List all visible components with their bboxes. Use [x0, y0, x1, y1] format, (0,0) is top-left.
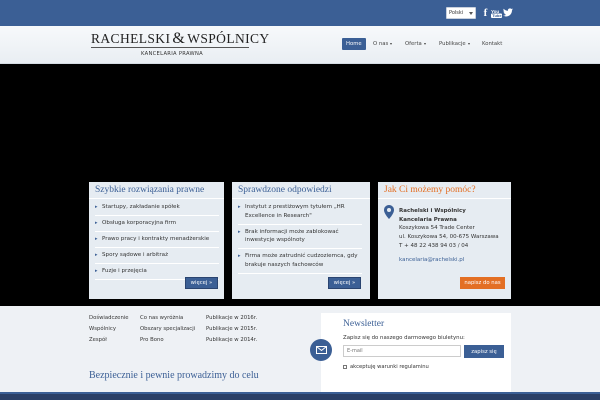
nav-publikacje-label: Publikacje — [439, 41, 466, 47]
list-item[interactable]: Instytut z prestiżowym tytułem „HR Excel… — [238, 203, 362, 225]
answers-list: Instytut z prestiżowym tytułem „HR Excel… — [238, 203, 362, 277]
list-item[interactable]: Startupy, zakładanie spółek — [95, 203, 219, 216]
bottom-bar — [0, 392, 600, 400]
tagline: Bezpiecznie i pewnie prowadzimy do celu — [89, 370, 259, 381]
terms-checkbox-row[interactable]: akceptuję warunki regulaminu — [343, 364, 429, 370]
chevron-down-icon — [390, 43, 393, 45]
logo-divider — [91, 47, 249, 48]
terms-label: akceptuję warunki regulaminu — [350, 364, 429, 370]
nav-kontakt-label: Kontakt — [482, 41, 503, 47]
newsletter-email-input[interactable] — [343, 345, 461, 357]
chevron-down-icon — [423, 43, 426, 45]
contact-title: Jak Ci możemy pomóc? — [378, 182, 511, 199]
services-list: Startupy, zakładanie spółek Obsługa korp… — [95, 203, 219, 283]
footer-link[interactable]: Publikacje w 2014r. — [206, 337, 257, 343]
contact-email-link[interactable]: kancelaria@rachelski.pl — [399, 256, 499, 265]
contact-name: Rachelski i Wspólnicy — [399, 208, 466, 214]
footer-link[interactable]: Pro Bono — [140, 337, 164, 343]
contact-address-1: Koszykowa 54 Trade Center — [399, 225, 475, 232]
services-box: Szybkie rozwiązania prawne Startupy, zak… — [89, 182, 224, 299]
svg-text:Tube: Tube — [492, 13, 502, 18]
chevron-down-icon — [469, 11, 473, 15]
services-more-button[interactable]: więcej » — [185, 277, 218, 289]
footer-link[interactable]: Publikacje w 2016r. — [206, 315, 257, 321]
newsletter-panel: Newsletter Zapisz się do naszego darmowe… — [310, 313, 511, 392]
envelope-icon — [310, 339, 332, 361]
contact-box: Jak Ci możemy pomóc? Rachelski i Wspólni… — [378, 182, 511, 299]
nav-oferta-label: Oferta — [405, 41, 422, 47]
contact-details: Rachelski i Wspólnicy Kancelaria Prawna … — [399, 207, 499, 264]
footer-link[interactable]: Co nas wyróżnia — [140, 315, 183, 321]
top-bar: Polski f You Tube — [0, 0, 600, 26]
list-item[interactable]: Spory sądowe i arbitraż — [95, 251, 219, 264]
contact-address-2: ul. Koszykowa 54, 00-675 Warszawa — [399, 234, 499, 241]
subscribe-button[interactable]: zapisz się — [464, 345, 504, 358]
logo-name-left: RACHELSKI — [91, 31, 171, 46]
logo-name-right: WSPÓLNICY — [187, 31, 270, 46]
terms-checkbox[interactable] — [343, 365, 347, 369]
logo-subtitle: KANCELARIA PRAWNA — [141, 51, 203, 57]
contact-name-sub: Kancelaria Prawna — [399, 216, 457, 223]
language-value: Polski — [449, 10, 464, 16]
newsletter-title: Newsletter — [343, 319, 385, 329]
nav-publikacje[interactable]: Publikacje — [439, 38, 470, 50]
nav-o-nas[interactable]: O nas — [373, 38, 393, 50]
chevron-down-icon — [467, 43, 470, 45]
twitter-icon[interactable] — [503, 7, 513, 18]
nav-o-nas-label: O nas — [373, 41, 389, 47]
footer-link[interactable]: Obszary specjalizacji — [140, 326, 195, 332]
list-item[interactable]: Firma może zatrudnić cudzoziemca, gdy br… — [238, 252, 362, 274]
contact-phone: T + 48 22 438 94 03 / 04 — [399, 242, 469, 249]
footer-link[interactable]: Zespół — [89, 337, 107, 343]
language-select[interactable]: Polski — [446, 7, 476, 19]
facebook-icon[interactable]: f — [482, 7, 489, 19]
footer-link[interactable]: Wspólnicy — [89, 326, 116, 332]
nav-home-label: Home — [346, 41, 362, 47]
newsletter-description: Zapisz się do naszego darmowego biuletyn… — [343, 335, 465, 341]
nav-oferta[interactable]: Oferta — [405, 38, 426, 50]
answers-title: Sprawdzone odpowiedzi — [232, 182, 370, 199]
nav-kontakt[interactable]: Kontakt — [482, 38, 502, 50]
answers-more-button[interactable]: więcej » — [328, 277, 361, 289]
list-item[interactable]: Prawo pracy i kontrakty menadżerskie — [95, 235, 219, 248]
footer-link[interactable]: Publikacje w 2015r. — [206, 326, 257, 332]
nav-home[interactable]: Home — [342, 38, 366, 50]
location-pin-icon — [384, 205, 394, 219]
services-title: Szybkie rozwiązania prawne — [89, 182, 224, 199]
list-item[interactable]: Brak informacji może zablokować inwestyc… — [238, 228, 362, 249]
site-header: RACHELSKI & WSPÓLNICY KANCELARIA PRAWNA Ho… — [0, 26, 600, 64]
youtube-icon[interactable]: You Tube — [491, 7, 502, 18]
answers-box: Sprawdzone odpowiedzi Instytut z prestiż… — [232, 182, 370, 299]
footer-link[interactable]: Doświadczenie — [89, 315, 129, 321]
logo[interactable]: RACHELSKI & WSPÓLNICY — [91, 30, 270, 48]
list-item[interactable]: Obsługa korporacyjna firm — [95, 219, 219, 232]
write-to-us-button[interactable]: napisz do nas — [460, 277, 505, 289]
logo-ampersand: & — [172, 30, 186, 47]
